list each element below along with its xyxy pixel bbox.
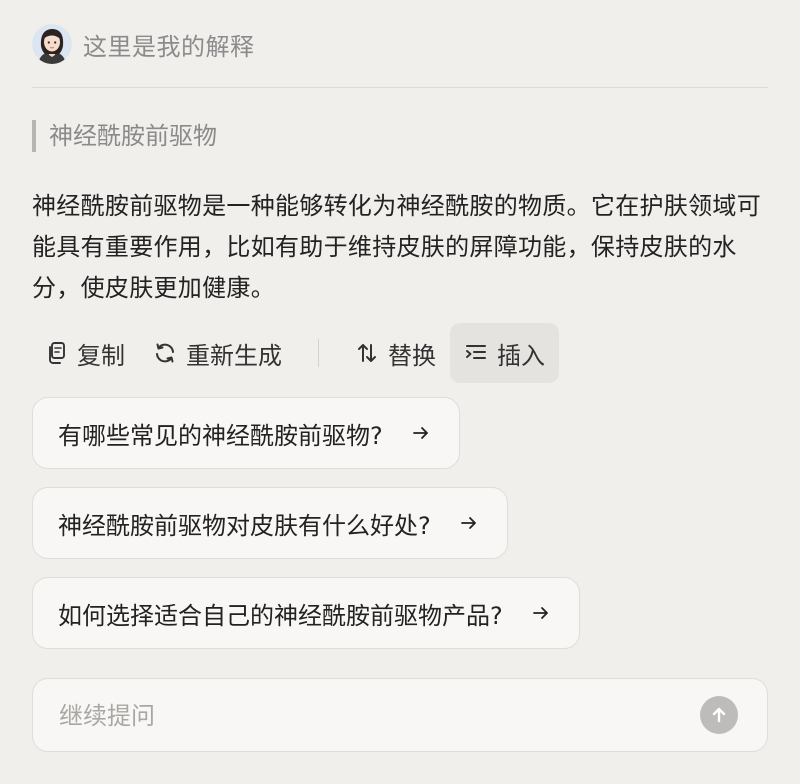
swap-vertical-icon (358, 344, 376, 362)
suggestion-chip[interactable]: 神经酰胺前驱物对皮肤有什么好处? (32, 487, 508, 559)
followup-input[interactable] (57, 679, 681, 753)
copy-button[interactable]: 复制 (32, 323, 139, 383)
arrow-right-icon (531, 603, 551, 623)
copy-icon (49, 342, 65, 364)
copy-label: 复制 (77, 341, 125, 370)
suggestion-chip[interactable]: 有哪些常见的神经酰胺前驱物? (32, 397, 460, 469)
arrow-right-icon (459, 513, 479, 533)
followup-input-box (32, 678, 768, 753)
insert-button[interactable]: 插入 (450, 323, 559, 383)
header-divider (32, 87, 768, 88)
toolbar-separator (318, 339, 319, 367)
refresh-icon (156, 343, 174, 363)
suggestion-chip[interactable]: 如何选择适合自己的神经酰胺前驱物产品? (32, 577, 580, 649)
arrow-up-icon (712, 707, 726, 723)
answer-text: 神经酰胺前驱物是一种能够转化为神经酰胺的物质。它在护肤领域可能具有重要作用，比如… (32, 192, 761, 302)
user-avatar-icon (32, 24, 72, 64)
replace-label: 替换 (388, 341, 436, 370)
send-button[interactable] (700, 696, 738, 734)
insert-label: 插入 (497, 341, 545, 370)
regenerate-label: 重新生成 (186, 341, 282, 370)
insert-text-icon (466, 345, 486, 359)
arrow-right-icon (411, 423, 431, 443)
suggestion-text: 如何选择适合自己的神经酰胺前驱物产品? (58, 601, 503, 630)
suggestion-text: 有哪些常见的神经酰胺前驱物? (58, 421, 383, 450)
replace-button[interactable]: 替换 (341, 323, 450, 383)
suggestion-text: 神经酰胺前驱物对皮肤有什么好处? (58, 511, 431, 540)
action-toolbar: 复制 重新生成 替换 插入 (32, 323, 559, 383)
quoted-term: 神经酰胺前驱物 (32, 120, 217, 152)
header-title: 这里是我的解释 (83, 32, 255, 61)
regenerate-button[interactable]: 重新生成 (139, 323, 296, 383)
chat-panel: 这里是我的解释 神经酰胺前驱物 神经酰胺前驱物是一种能够转化为神经酰胺的物质。它… (0, 0, 800, 784)
header: 这里是我的解释 (32, 24, 255, 64)
